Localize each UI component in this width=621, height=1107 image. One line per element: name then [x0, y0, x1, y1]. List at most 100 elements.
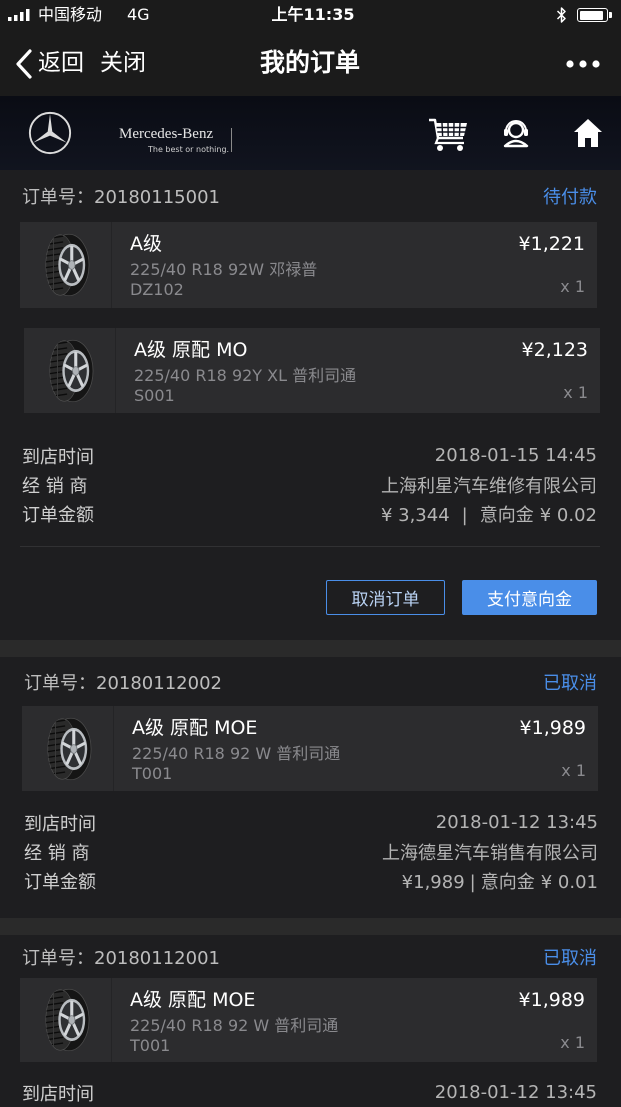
order-number-label: 订单号：: [24, 672, 96, 694]
battery-tip: [609, 12, 612, 18]
dealer-value: 上海德星汽车销售有限公司: [382, 842, 598, 864]
product-name: A级 原配 MO: [134, 339, 248, 361]
dealer-row: 经 销 商 上海利星汽车维修有限公司: [22, 470, 597, 499]
order-amount-label: 订单金额: [24, 871, 96, 893]
order-card: 订单号：20180115001 待付款 A级 225/40 R18 92W 邓禄…: [0, 170, 621, 640]
product-code: T001: [130, 1036, 171, 1055]
pay-deposit-button[interactable]: 支付意向金: [462, 580, 597, 615]
order-info: 到店时间 2018-01-12 13:45 经 销 商 上海德星汽车销售有限公司…: [0, 808, 621, 895]
product-thumbnail: [22, 706, 114, 791]
clock-time: 上午11:35: [271, 5, 355, 24]
amount-total: ¥1,989: [401, 871, 465, 893]
divider: [20, 546, 600, 547]
product-quantity: x 1: [560, 277, 585, 296]
order-card: 订单号：20180112002 已取消 A级 原配 MOE 225/40 R18…: [0, 657, 621, 918]
order-number-value: 20180112001: [94, 947, 220, 969]
network-type: 4G: [127, 5, 150, 24]
deposit-amount: ¥ 0.02: [539, 504, 597, 526]
product-item[interactable]: A级 原配 MO 225/40 R18 92Y XL 普利司通 S001 ¥2,…: [24, 328, 600, 413]
arrival-time-label: 到店时间: [24, 813, 96, 835]
order-header: 订单号：20180112002 已取消: [0, 657, 621, 706]
product-name: A级: [130, 233, 162, 255]
back-button[interactable]: 返回: [38, 30, 84, 96]
nav-bar: 返回 关闭 我的订单: [0, 30, 621, 96]
dealer-value: 上海利星汽车维修有限公司: [381, 475, 597, 497]
product-code: T001: [132, 764, 173, 783]
product-price: ¥2,123: [521, 339, 588, 361]
product-thumbnail: [24, 328, 116, 413]
product-item[interactable]: A级 225/40 R18 92W 邓禄普 DZ102 ¥1,221 x 1: [20, 222, 597, 308]
tire-icon: [44, 717, 92, 781]
order-number: 订单号：20180112002: [24, 669, 222, 695]
order-header: 订单号：20180112001 已取消: [0, 935, 621, 978]
carrier-name: 中国移动: [38, 5, 103, 24]
chevron-left-icon[interactable]: [15, 49, 33, 79]
dealer-row: 经 销 商 上海德星汽车销售有限公司: [24, 837, 598, 866]
product-code: S001: [134, 386, 175, 405]
order-amount-label: 订单金额: [22, 504, 94, 526]
order-amount-value: ¥1,989 | 意向金 ¥ 0.01: [402, 868, 598, 894]
product-item[interactable]: A级 原配 MOE 225/40 R18 92 W 普利司通 T001 ¥1,9…: [20, 978, 597, 1062]
status-bar: 中国移动 4G 上午11:35: [0, 0, 621, 30]
order-info: 到店时间 2018-01-12 13:45: [0, 1078, 621, 1107]
order-amount-value: ¥ 3,344 | 意向金 ¥ 0.02: [381, 501, 597, 527]
order-status: 待付款: [543, 187, 597, 208]
arrival-time-row: 到店时间 2018-01-12 13:45: [22, 1078, 597, 1107]
arrival-time-label: 到店时间: [22, 446, 94, 468]
order-info: 到店时间 2018-01-15 14:45 经 销 商 上海利星汽车维修有限公司…: [0, 441, 621, 528]
brand-tagline: The best or nothing.: [148, 145, 230, 154]
order-amount-row: 订单金额 ¥1,989 | 意向金 ¥ 0.01: [24, 866, 598, 895]
product-spec: 225/40 R18 92Y XL 普利司通: [134, 366, 357, 385]
tire-icon: [46, 339, 94, 403]
order-card: 订单号：20180112001 已取消 A级 原配 MOE 225/40 R18…: [0, 935, 621, 1107]
product-spec: 225/40 R18 92 W 普利司通: [132, 744, 341, 763]
more-dots-icon[interactable]: [566, 60, 600, 68]
arrival-time-row: 到店时间 2018-01-15 14:45: [22, 441, 597, 470]
product-price: ¥1,989: [519, 717, 586, 739]
page-title: 我的订单: [259, 48, 360, 77]
mercedes-star-icon: [28, 111, 72, 155]
product-quantity: x 1: [561, 761, 586, 780]
amount-separator: |: [461, 504, 468, 526]
arrival-time-value: 2018-01-15 14:45: [434, 445, 597, 466]
product-price: ¥1,989: [518, 989, 585, 1011]
order-number-label: 订单号：: [22, 947, 94, 969]
product-code: DZ102: [130, 280, 184, 299]
product-quantity: x 1: [563, 383, 588, 402]
arrival-time-row: 到店时间 2018-01-12 13:45: [24, 808, 598, 837]
battery-icon: [577, 8, 608, 22]
deposit-label: 意向金: [479, 504, 534, 526]
brand-divider: [231, 128, 232, 152]
close-button[interactable]: 关闭: [100, 30, 146, 96]
shopping-cart-icon[interactable]: [428, 116, 468, 152]
product-price: ¥1,221: [518, 233, 585, 255]
customer-service-icon[interactable]: [501, 118, 531, 148]
dealer-label: 经 销 商: [22, 475, 88, 497]
dealer-label: 经 销 商: [24, 842, 90, 864]
home-icon[interactable]: [573, 118, 603, 148]
order-status: 已取消: [543, 672, 597, 694]
brand-name: Mercedes-Benz: [119, 126, 214, 142]
product-quantity: x 1: [560, 1033, 585, 1052]
arrival-time-value: 2018-01-12 13:45: [434, 1082, 597, 1103]
cancel-order-button[interactable]: 取消订单: [326, 580, 445, 615]
deposit-label: 意向金: [480, 871, 535, 893]
deposit-amount: ¥ 0.01: [540, 871, 598, 893]
arrival-time-value: 2018-01-12 13:45: [435, 812, 598, 833]
product-name: A级 原配 MOE: [130, 989, 256, 1011]
product-thumbnail: [20, 222, 112, 308]
product-item[interactable]: A级 原配 MOE 225/40 R18 92 W 普利司通 T001 ¥1,9…: [22, 706, 598, 791]
order-status: 已取消: [543, 947, 597, 969]
battery-level-fill: [579, 10, 603, 20]
product-spec: 225/40 R18 92W 邓禄普: [130, 260, 318, 279]
order-number: 订单号：20180112001: [22, 944, 220, 970]
order-amount-row: 订单金额 ¥ 3,344 | 意向金 ¥ 0.02: [22, 499, 597, 528]
product-name: A级 原配 MOE: [132, 717, 258, 739]
tire-icon: [42, 988, 90, 1052]
product-spec: 225/40 R18 92 W 普利司通: [130, 1016, 339, 1035]
signal-bars-icon: [8, 9, 30, 21]
amount-total: ¥ 3,344: [380, 504, 450, 526]
order-number-value: 20180112002: [96, 672, 222, 694]
tire-icon: [42, 233, 90, 297]
arrival-time-label: 到店时间: [22, 1083, 94, 1105]
